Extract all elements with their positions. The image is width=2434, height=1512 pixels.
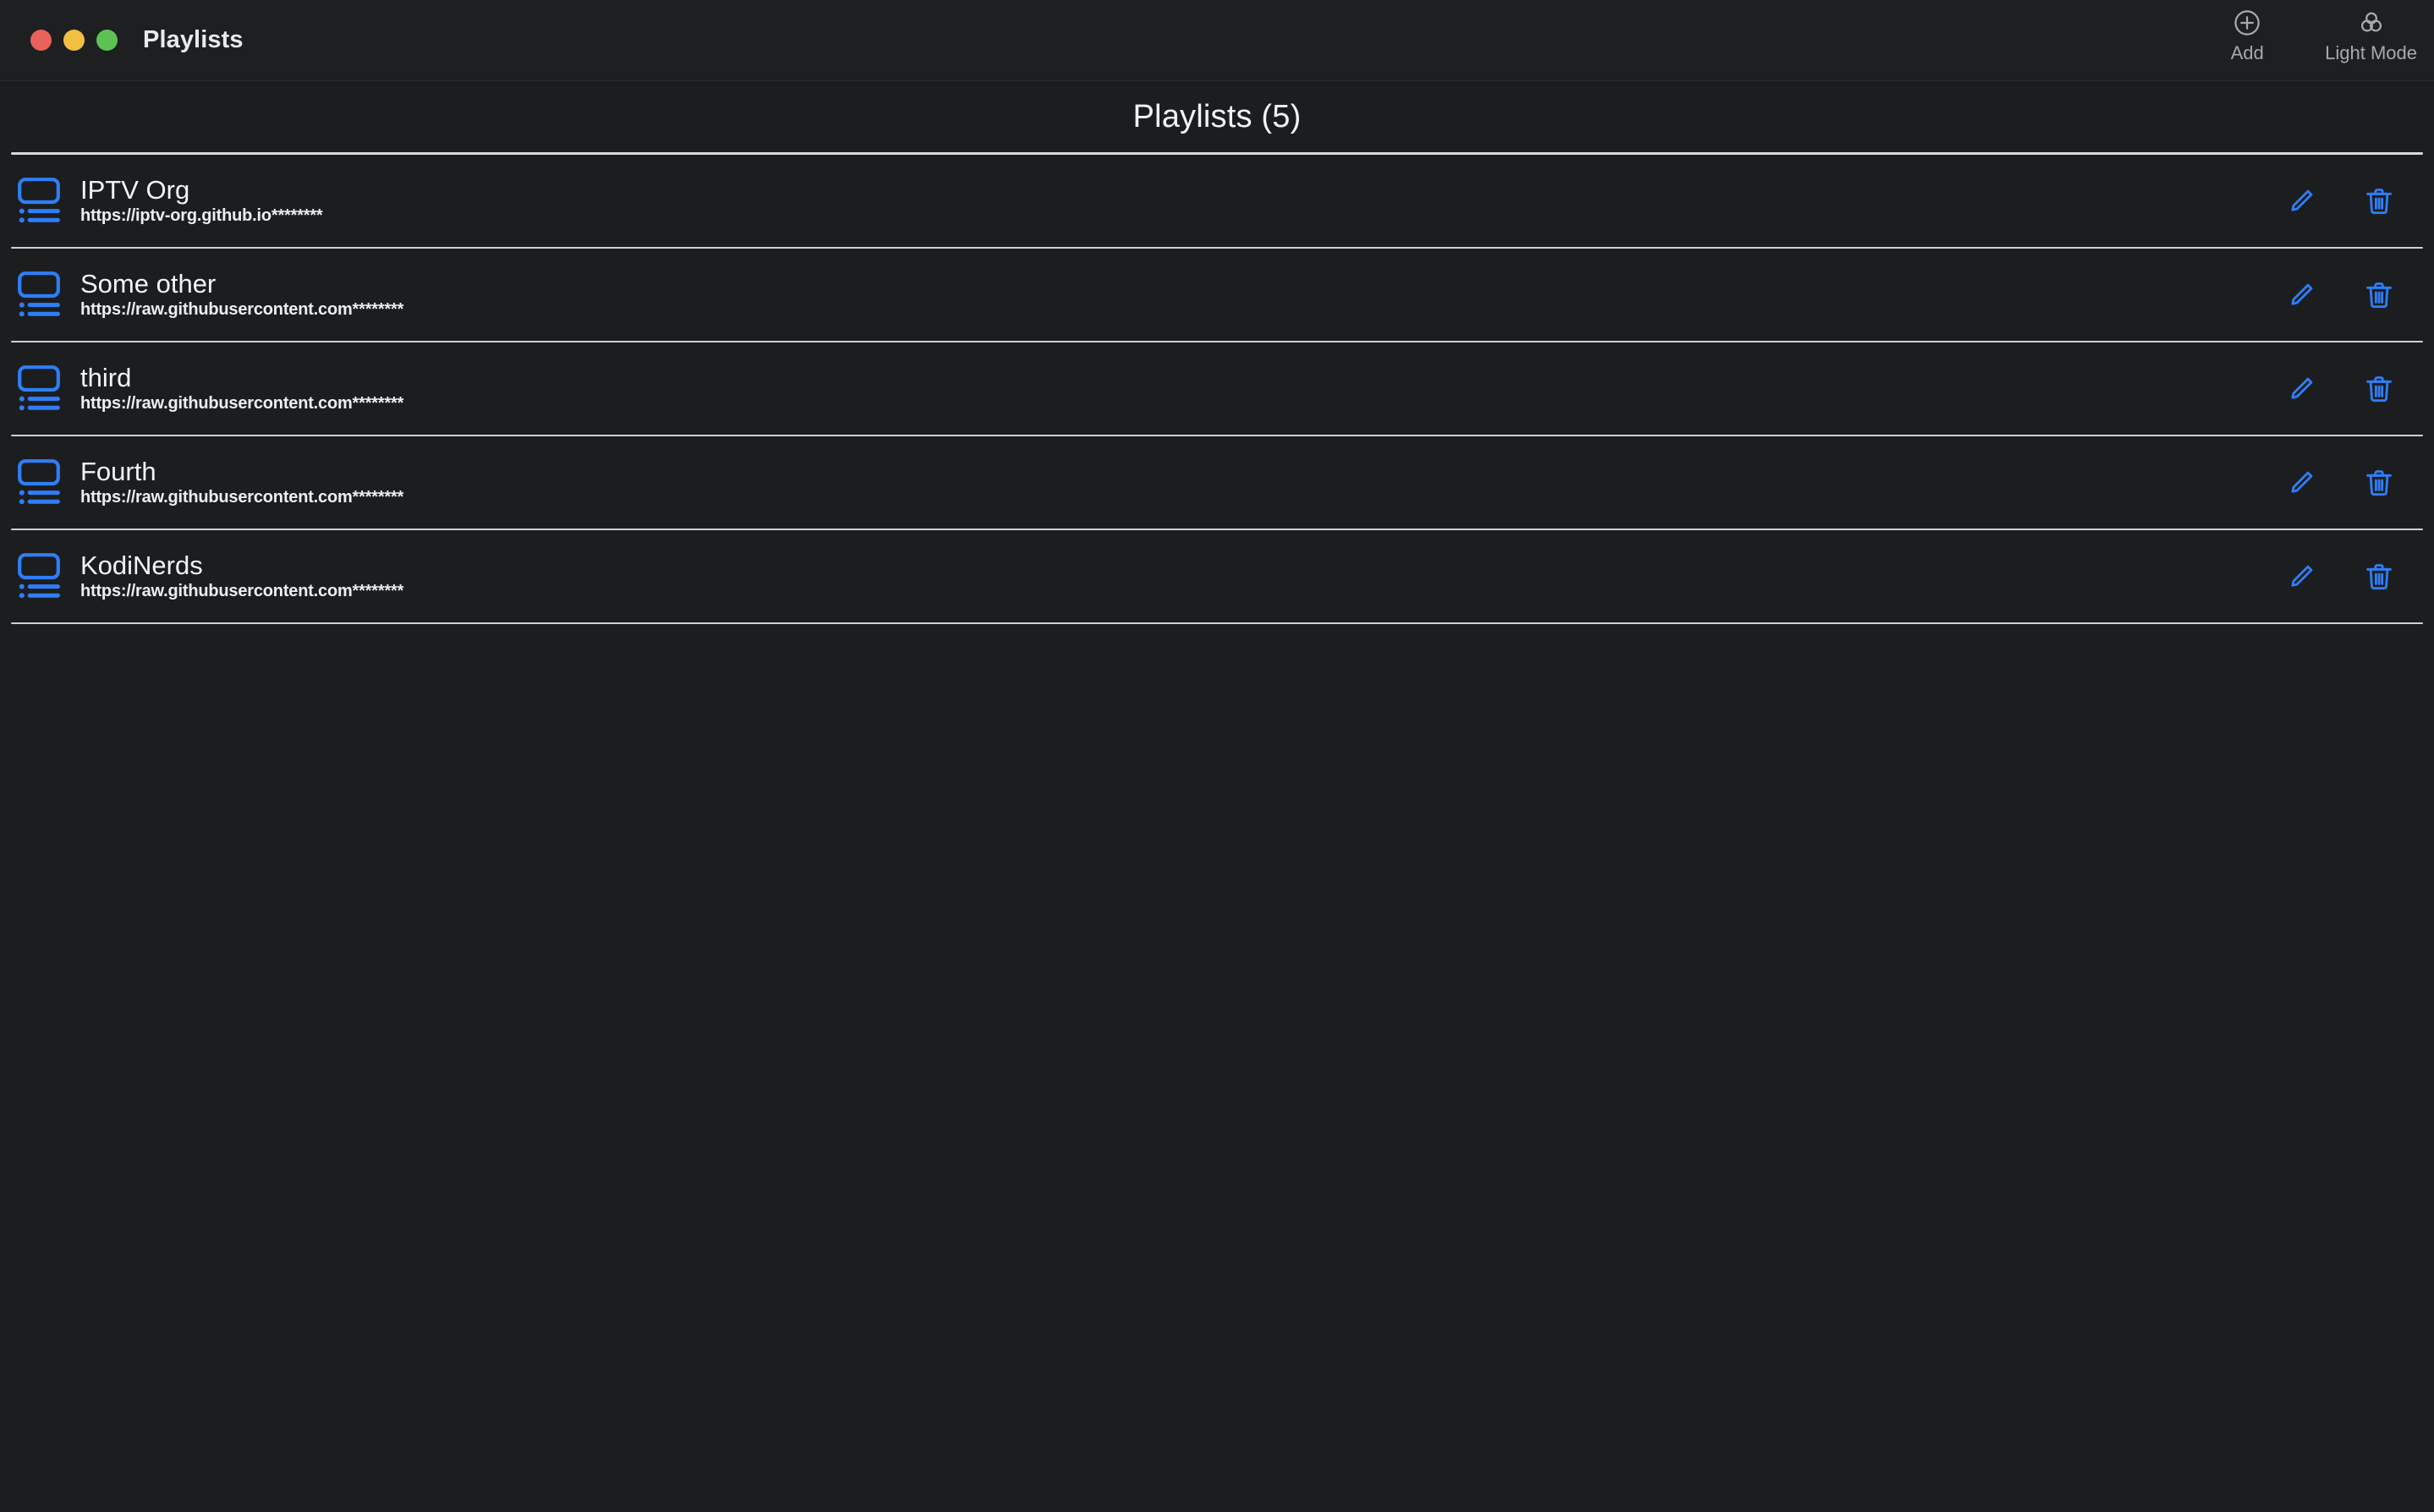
delete-playlist-button[interactable] [2357, 555, 2401, 599]
delete-playlist-button[interactable] [2357, 273, 2401, 317]
edit-playlist-button[interactable] [2279, 555, 2323, 599]
playlist-row-text: IPTV Org https://iptv-org.github.io*****… [80, 175, 2279, 226]
light-mode-button-label: Light Mode [2325, 42, 2417, 63]
maximize-button[interactable] [96, 30, 118, 51]
playlist-row-actions [2279, 367, 2401, 411]
page-header: Playlists (5) [0, 81, 2434, 152]
playlist-row[interactable]: Some other https://raw.githubusercontent… [0, 249, 2434, 341]
row-divider [11, 622, 2423, 624]
window-toolbar: Add Light Mode [2212, 0, 2417, 81]
close-button[interactable] [30, 30, 52, 51]
window-title: Playlists [143, 26, 244, 53]
playlist-row[interactable]: third https://raw.githubusercontent.com*… [0, 342, 2434, 435]
playlist-tv-icon [14, 269, 64, 321]
window-titlebar: Playlists Add Light Mode [0, 0, 2434, 81]
playlist-list: IPTV Org https://iptv-org.github.io*****… [0, 155, 2434, 624]
playlist-name: IPTV Org [80, 175, 190, 205]
page-title: Playlists (5) [1132, 98, 1302, 134]
playlist-row[interactable]: Fourth https://raw.githubusercontent.com… [0, 436, 2434, 529]
playlist-row-text: Some other https://raw.githubusercontent… [80, 269, 2279, 320]
playlist-name: third [80, 363, 132, 393]
playlist-row-text: third https://raw.githubusercontent.com*… [80, 363, 2279, 414]
playlist-tv-icon [14, 457, 64, 509]
playlist-row-actions [2279, 555, 2401, 599]
playlist-row-actions [2279, 273, 2401, 317]
playlist-tv-icon [14, 551, 64, 603]
add-button[interactable]: Add [2212, 7, 2283, 64]
delete-playlist-button[interactable] [2357, 179, 2401, 223]
add-button-label: Add [2230, 42, 2264, 63]
delete-playlist-button[interactable] [2357, 461, 2401, 505]
playlist-url: https://raw.githubusercontent.com*******… [80, 581, 404, 600]
edit-playlist-button[interactable] [2279, 273, 2323, 317]
playlist-url: https://raw.githubusercontent.com*******… [80, 393, 404, 413]
light-mode-button[interactable]: Light Mode [2325, 7, 2417, 64]
playlist-tv-icon [14, 175, 64, 227]
delete-playlist-button[interactable] [2357, 367, 2401, 411]
minimize-button[interactable] [63, 30, 85, 51]
edit-playlist-button[interactable] [2279, 461, 2323, 505]
playlist-tv-icon [14, 363, 64, 415]
playlist-name: Fourth [80, 457, 156, 487]
playlist-row[interactable]: KodiNerds https://raw.githubusercontent.… [0, 530, 2434, 622]
playlist-row-text: KodiNerds https://raw.githubusercontent.… [80, 551, 2279, 601]
traffic-light-group [30, 30, 118, 51]
color-palette-icon [2355, 7, 2387, 39]
edit-playlist-button[interactable] [2279, 367, 2323, 411]
playlist-url: https://raw.githubusercontent.com*******… [80, 487, 404, 507]
playlist-row[interactable]: IPTV Org https://iptv-org.github.io*****… [0, 155, 2434, 247]
playlist-row-actions [2279, 461, 2401, 505]
playlist-name: KodiNerds [80, 551, 203, 581]
playlist-url: https://iptv-org.github.io******** [80, 205, 323, 225]
playlist-row-text: Fourth https://raw.githubusercontent.com… [80, 457, 2279, 507]
edit-playlist-button[interactable] [2279, 179, 2323, 223]
playlist-name: Some other [80, 269, 217, 299]
playlist-row-actions [2279, 179, 2401, 223]
playlist-url: https://raw.githubusercontent.com*******… [80, 299, 404, 319]
plus-circle-icon [2231, 7, 2263, 39]
